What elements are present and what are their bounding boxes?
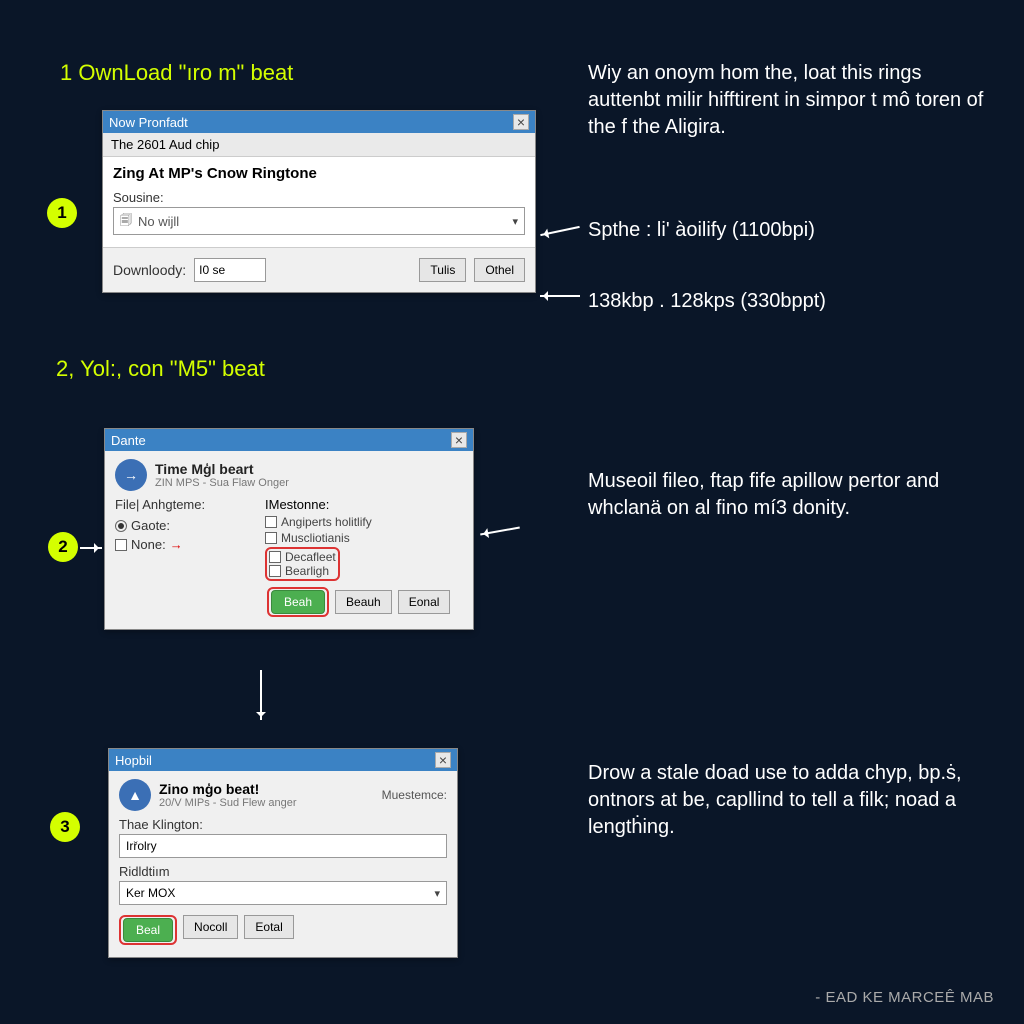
- eotal-button[interactable]: Eotal: [244, 915, 293, 939]
- ridldtim-combobox[interactable]: Ker MOX ▾: [119, 881, 447, 905]
- file-anhgteme-label: File| Anhgteme:: [115, 497, 235, 512]
- beal-button[interactable]: Beal: [123, 918, 173, 942]
- dialog2-header-subtitle: ZIN MPS - Sua Flaw Onger: [155, 477, 289, 489]
- opt1-label: Angiperts holitlify: [281, 515, 372, 529]
- pointer-arrow-icon: [540, 295, 580, 297]
- dialog2-titlebar[interactable]: Dante ×: [105, 429, 473, 451]
- dialog1-titlebar[interactable]: Now Pronfadt ×: [103, 111, 535, 133]
- chevron-down-icon: ▾: [512, 215, 518, 228]
- avatar-icon: ▲: [119, 779, 151, 811]
- eonal-button[interactable]: Eonal: [398, 590, 451, 614]
- gaote-label: Gaote:: [131, 518, 170, 533]
- desc-step1-spec-a: Spthe : li' àoilify (1100bpi): [588, 217, 988, 244]
- opt1-checkbox[interactable]: [265, 516, 277, 528]
- none-checkbox[interactable]: [115, 539, 127, 551]
- dialog-file-options: Dante × → Time Mģl beart ZIN MPS - Sua F…: [104, 428, 474, 630]
- source-label: Sousine:: [113, 190, 525, 205]
- dialog2-title: Dante: [111, 433, 146, 448]
- opt3-label: Decafleet: [285, 550, 336, 564]
- red-highlight-box: Decafleet Bearligh: [265, 547, 340, 581]
- dialog2-header-title: Time Mģl beart: [155, 461, 289, 477]
- download-input[interactable]: [194, 258, 266, 282]
- dialog3-header-title: Zino mģo beat!: [159, 781, 297, 797]
- desc-step3: Drow a stale doad use to adda chyp, bp.ṡ…: [588, 760, 988, 841]
- imestonne-label: IMestonne:: [265, 497, 463, 512]
- pointer-arrow-icon: [480, 527, 520, 536]
- dialog3-title: Hopbil: [115, 753, 152, 768]
- step-badge-2: 2: [48, 532, 78, 562]
- step-2-heading: 2, Yol:, con "M5" beat: [56, 356, 265, 382]
- red-highlight-button: Beal: [119, 915, 177, 945]
- chevron-down-icon: ▾: [434, 887, 440, 900]
- dialog3-header-subtitle: 20/V MIPs - Sud Flew anger: [159, 797, 297, 809]
- pointer-arrow-icon: [540, 226, 580, 236]
- download-label: Downloody:: [113, 262, 186, 278]
- desc-step1-spec-b: 138kbp . 128kps (330bppt): [588, 288, 988, 315]
- opt4-label: Bearligh: [285, 564, 329, 578]
- none-label: None:: [131, 537, 166, 552]
- beauh-button[interactable]: Beauh: [335, 590, 392, 614]
- step-badge-3: 3: [50, 812, 80, 842]
- opt2-checkbox[interactable]: [265, 532, 277, 544]
- muestemce-label: Muestemce:: [382, 788, 447, 802]
- dialog-download-ringtone: Now Pronfadt × The 2601 Aud chip Zing At…: [102, 110, 536, 293]
- ridldtim-label: Ridldtiım: [119, 864, 447, 879]
- step-1-heading: 1 OwnLoad "ıro m" beat: [60, 60, 293, 86]
- desc-step1: Wiy an onoym hom the, loat this rings au…: [588, 60, 988, 141]
- down-arrow-icon: [260, 670, 262, 720]
- dialog1-main-title: Zing At MP's Cnow Ringtone: [113, 165, 525, 182]
- close-icon[interactable]: ×: [513, 114, 529, 130]
- source-combobox[interactable]: 🗐 No wijll ▾: [113, 207, 525, 235]
- pointer-arrow-icon: [80, 547, 102, 549]
- klington-input[interactable]: [119, 834, 447, 858]
- opt3-checkbox[interactable]: [269, 551, 281, 563]
- close-icon[interactable]: ×: [435, 752, 451, 768]
- gaote-radio[interactable]: [115, 520, 127, 532]
- dialog-save-ringtone: Hopbil × ▲ Zino mģo beat! 20/V MIPs - Su…: [108, 748, 458, 958]
- red-highlight-button: Beah: [267, 587, 329, 617]
- avatar-icon: →: [115, 459, 147, 491]
- close-icon[interactable]: ×: [451, 432, 467, 448]
- klington-label: Thae Klington:: [119, 817, 447, 832]
- dialog3-titlebar[interactable]: Hopbil ×: [109, 749, 457, 771]
- calendar-icon: 🗐: [120, 211, 132, 232]
- step-badge-1: 1: [47, 198, 77, 228]
- ridldtim-value: Ker MOX: [126, 886, 175, 900]
- source-value: No wijll: [138, 214, 179, 229]
- opt4-checkbox[interactable]: [269, 565, 281, 577]
- dialog1-title: Now Pronfadt: [109, 115, 188, 130]
- nocoll-button[interactable]: Nocoll: [183, 915, 238, 939]
- footer-credit: - EAD KE MARCEÊ MAB: [815, 989, 994, 1006]
- desc-step2: Museoil fileo, ftap fife apillow pertor …: [588, 468, 988, 522]
- opt2-label: Muscliotianis: [281, 531, 350, 545]
- dialog1-subtitle: The 2601 Aud chip: [103, 133, 535, 157]
- othel-button[interactable]: Othel: [474, 258, 525, 282]
- tulis-button[interactable]: Tulis: [419, 258, 466, 282]
- red-arrow-icon: →: [170, 537, 183, 552]
- beah-button[interactable]: Beah: [271, 590, 325, 614]
